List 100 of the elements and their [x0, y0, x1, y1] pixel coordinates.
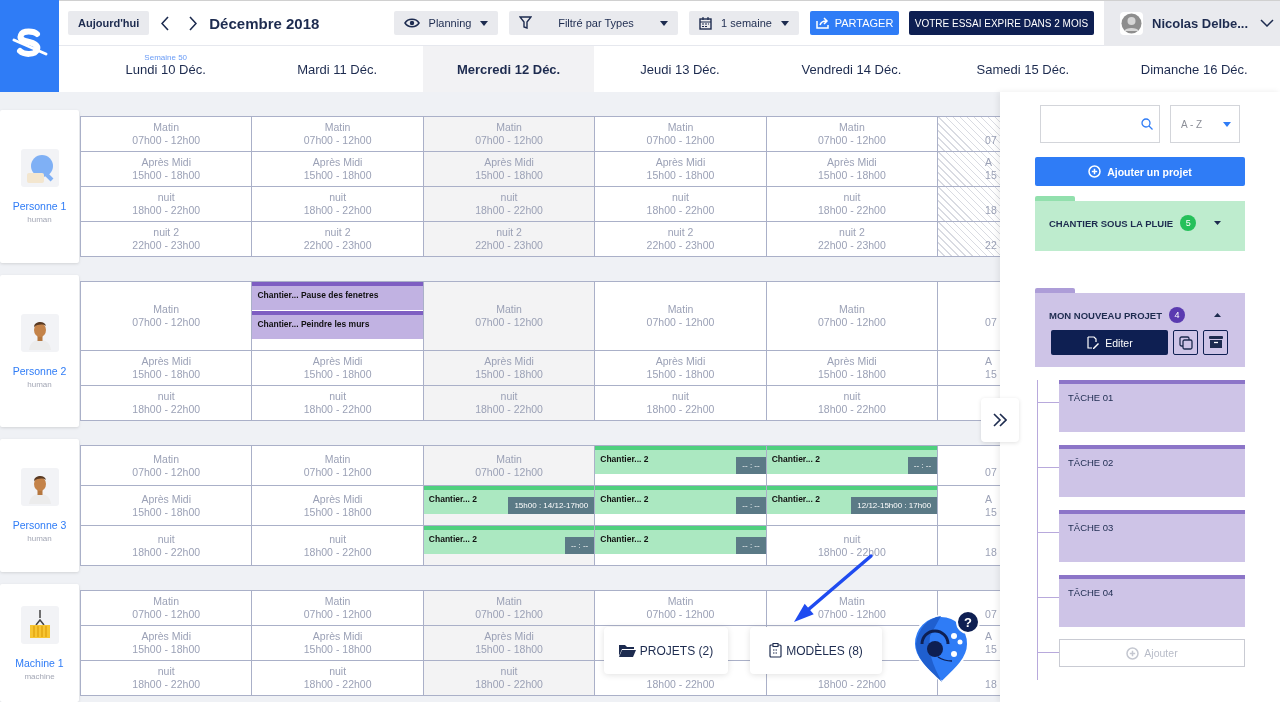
dropdown[interactable]: 1 semaine — [689, 11, 799, 35]
search-field[interactable] — [1040, 105, 1160, 143]
edit-button[interactable]: Editer — [1051, 330, 1168, 355]
slot-cell[interactable]: nuit 18h00 - 22h00 — [423, 386, 596, 421]
dropdown[interactable]: Planning — [394, 11, 498, 35]
event-bar[interactable]: Chantier... 2 15h00 : 14/12-17h00 — [423, 486, 595, 514]
task-card[interactable]: TÂCHE 02 — [1059, 445, 1245, 497]
slot-name: nuit — [500, 390, 518, 403]
unavailable-cell[interactable]: 18 — [938, 187, 1000, 222]
slot-cell[interactable]: Matin 07h00 - 12h00 — [252, 591, 424, 626]
slot-cell[interactable]: Matin 07h00 - 12h00 — [423, 117, 596, 152]
slot-cell[interactable]: nuit 18h00 - 22h00 — [81, 661, 253, 696]
task-card[interactable]: TÂCHE 03 — [1059, 510, 1245, 562]
slot-cell[interactable]: Après Midi 15h00 - 18h00 — [81, 626, 253, 661]
slot-cell[interactable]: nuit 18h00 - 22h00 — [81, 386, 253, 421]
slot-cell[interactable]: nuit 18h00 - 22h00 — [766, 187, 939, 222]
slot-cell[interactable]: Après Midi 15h00 - 18h00 — [766, 351, 939, 386]
slot-cell[interactable]: Matin 07h00 - 12h00 — [595, 282, 767, 351]
slot-cell[interactable]: Matin 07h00 - 12h00 — [252, 446, 424, 486]
add-project-button[interactable]: Ajouter un projet — [1035, 157, 1245, 186]
chevron-left-icon[interactable] — [161, 15, 171, 31]
expand-button[interactable] — [981, 398, 1019, 442]
slot-cell[interactable]: Après Midi 15h00 - 18h00 — [252, 626, 424, 661]
resource-name[interactable]: Personne 2 — [12, 364, 67, 377]
slot-cell[interactable]: Matin 07h00 - 12h00 — [423, 591, 596, 626]
slot-cell[interactable]: Matin 07h00 - 12h00 — [81, 591, 253, 626]
slot-cell[interactable]: nuit 18h00 - 22h00 — [595, 187, 767, 222]
caret-up-icon[interactable] — [1214, 313, 1221, 317]
event-bar[interactable]: Chantier... 2 -- : -- — [423, 526, 595, 554]
copy-button[interactable] — [1173, 330, 1198, 355]
slot-cell[interactable]: nuit 2 22h00 - 23h00 — [595, 222, 767, 257]
unavailable-cell[interactable]: A 15 — [938, 152, 1000, 187]
slot-cell[interactable]: nuit 18h00 - 22h00 — [252, 661, 424, 696]
slot-cell[interactable]: Matin 07h00 - 12h00 — [766, 591, 939, 626]
resource-name[interactable]: Machine 1 — [15, 656, 64, 669]
slot-cell[interactable]: Matin 07h00 - 12h00 — [252, 117, 424, 152]
today-button[interactable]: Aujourd'hui — [68, 11, 150, 35]
event-bar[interactable]: Chantier... 2 -- : -- — [595, 486, 766, 514]
floating-button[interactable]: MODÈLES (8) — [750, 627, 882, 674]
slot-cell[interactable]: nuit 2 22h00 - 23h00 — [252, 222, 424, 257]
chevron-right-icon[interactable] — [188, 15, 198, 31]
slot-cell[interactable]: nuit 2 22h00 - 23h00 — [81, 222, 253, 257]
unavailable-cell[interactable]: 22 — [938, 222, 1000, 257]
project-card[interactable]: MON NOUVEAU PROJET 4 Editer — [1035, 293, 1245, 367]
slot-cell[interactable]: Matin 07h00 - 12h00 — [595, 591, 767, 626]
slot-cell[interactable]: Après Midi 15h00 - 18h00 — [423, 351, 596, 386]
slot-cell[interactable]: nuit 2 22h00 - 23h00 — [766, 222, 939, 257]
trial-button[interactable]: VOTRE ESSAI EXPIRE DANS 2 MOIS — [909, 11, 1094, 35]
slot-cell[interactable]: Après Midi 15h00 - 18h00 — [423, 626, 596, 661]
slot-cell[interactable]: Après Midi 15h00 - 18h00 — [766, 152, 939, 187]
avatar-icon — [20, 605, 59, 644]
caret-down-icon[interactable] — [1214, 221, 1221, 225]
event-bar[interactable]: Chantier... 2 -- : -- — [766, 446, 938, 474]
slot-cell[interactable]: nuit 18h00 - 22h00 — [595, 386, 767, 421]
add-task-button[interactable]: Ajouter — [1059, 639, 1245, 667]
slot-cell[interactable]: Matin 07h00 - 12h00 — [766, 282, 939, 351]
slot-cell[interactable]: Après Midi 15h00 - 18h00 — [595, 351, 767, 386]
slot-cell[interactable]: Après Midi 15h00 - 18h00 — [252, 351, 424, 386]
slot-cell[interactable]: Matin 07h00 - 12h00 — [595, 117, 767, 152]
event-bar[interactable]: Chantier... Pause des fenetres — [252, 282, 423, 310]
unavailable-cell[interactable]: 07 — [938, 117, 1000, 152]
slot-cell[interactable]: nuit 18h00 - 22h00 — [252, 526, 424, 566]
slot-cell[interactable]: Après Midi 15h00 - 18h00 — [81, 152, 253, 187]
slot-cell[interactable]: Après Midi 15h00 - 18h00 — [252, 152, 424, 187]
task-card[interactable]: TÂCHE 04 — [1059, 575, 1245, 627]
slot-cell[interactable]: nuit 18h00 - 22h00 — [81, 526, 253, 566]
slot-cell[interactable]: Matin 07h00 - 12h00 — [423, 446, 596, 486]
task-card[interactable]: TÂCHE 01 — [1059, 380, 1245, 432]
slot-cell[interactable]: Après Midi 15h00 - 18h00 — [423, 152, 596, 187]
slot-cell[interactable]: nuit 18h00 - 22h00 — [423, 187, 596, 222]
slot-cell[interactable]: Matin 07h00 - 12h00 — [766, 117, 939, 152]
user-menu[interactable]: Nicolas Delbe... — [1104, 0, 1280, 46]
project-card[interactable]: CHANTIER SOUS LA PLUIE 5 — [1035, 201, 1245, 251]
event-bar[interactable]: Chantier... 2 12/12-15h00 : 17h00 — [766, 486, 938, 514]
event-bar[interactable]: Chantier... 2 -- : -- — [595, 526, 766, 554]
slot-cell[interactable]: nuit 18h00 - 22h00 — [81, 187, 253, 222]
slot-cell[interactable]: Matin 07h00 - 12h00 — [81, 446, 253, 486]
floating-button[interactable]: PROJETS (2) — [604, 627, 728, 674]
event-bar[interactable]: Chantier... Peindre les murs — [252, 311, 423, 339]
slot-cell[interactable]: nuit 18h00 - 22h00 — [766, 526, 939, 566]
slot-cell[interactable]: nuit 18h00 - 22h00 — [766, 386, 939, 421]
slot-cell[interactable]: Matin 07h00 - 12h00 — [81, 282, 253, 351]
resource-name[interactable]: Personne 1 — [12, 200, 67, 212]
archive-button[interactable] — [1203, 330, 1228, 355]
slot-cell[interactable]: Après Midi 15h00 - 18h00 — [252, 486, 424, 526]
sort-dropdown[interactable]: A - Z — [1170, 105, 1240, 143]
slot-cell[interactable]: Après Midi 15h00 - 18h00 — [81, 486, 253, 526]
slot-cell[interactable]: nuit 18h00 - 22h00 — [252, 386, 424, 421]
slot-hours: 22h00 - 23h00 — [475, 239, 543, 252]
slot-cell[interactable]: nuit 2 22h00 - 23h00 — [423, 222, 596, 257]
slot-cell[interactable]: Après Midi 15h00 - 18h00 — [595, 152, 767, 187]
event-bar[interactable]: Chantier... 2 -- : -- — [595, 446, 766, 474]
slot-cell[interactable]: Matin 07h00 - 12h00 — [423, 282, 596, 351]
resource-name[interactable]: Personne 3 — [12, 519, 67, 531]
slot-cell[interactable]: nuit 18h00 - 22h00 — [423, 661, 596, 696]
slot-cell[interactable]: Matin 07h00 - 12h00 — [81, 117, 253, 152]
share-button[interactable]: PARTAGER — [810, 11, 899, 35]
dropdown[interactable]: Filtré par Types — [509, 11, 678, 35]
slot-cell[interactable]: Après Midi 15h00 - 18h00 — [81, 351, 253, 386]
slot-cell[interactable]: nuit 18h00 - 22h00 — [252, 187, 424, 222]
